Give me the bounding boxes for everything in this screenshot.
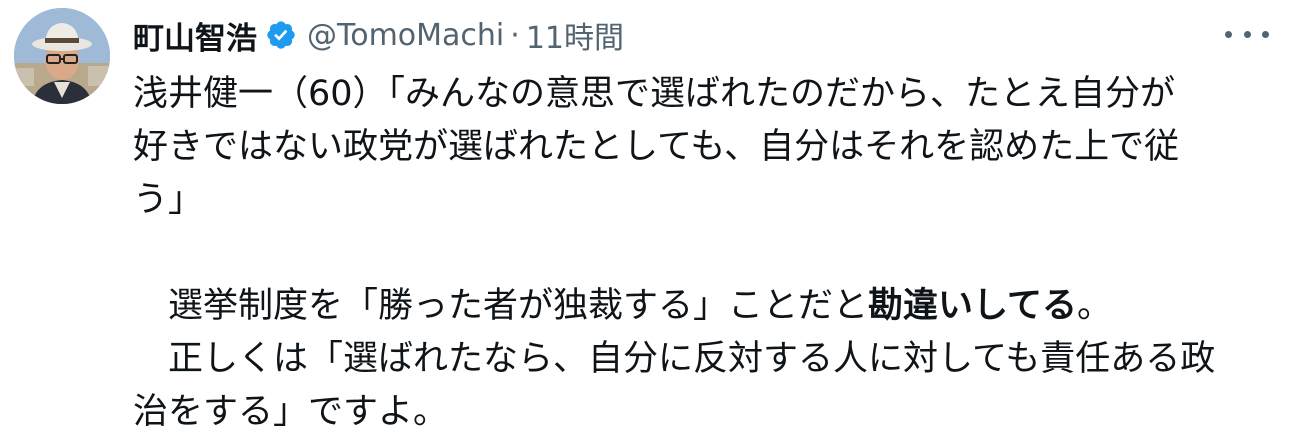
avatar[interactable] xyxy=(14,8,110,104)
tweet-text-segment: 選挙制度を「勝った者が独裁する」ことだと xyxy=(168,286,869,326)
tweet-text-bold: 勘違いしてる xyxy=(868,286,1077,326)
timestamp[interactable]: 11時間 xyxy=(526,13,624,57)
tweet-text-line: 好きではない政党が選ばれたとしても、自分はそれを認めた上で従 xyxy=(133,127,1180,167)
tweet[interactable]: 町山智浩 @TomoMachi · 11時間 浅井健一（60）「みんなの意思で選… xyxy=(0,0,1299,434)
tweet-text-line: う」 xyxy=(133,180,204,220)
more-dots-icon[interactable] xyxy=(1225,16,1269,52)
tweet-text: 浅井健一（60）「みんなの意思で選ばれたのだから、たとえ自分が 好きではない政党… xyxy=(133,68,1263,439)
display-name[interactable]: 町山智浩 xyxy=(133,13,257,58)
tweet-text-line: 治をする」ですよ。 xyxy=(133,392,449,432)
tweet-text-line: 浅井健一（60）「みんなの意思で選ばれたのだから、たとえ自分が xyxy=(133,74,1176,114)
separator-dot: · xyxy=(510,17,520,53)
verified-badge-icon xyxy=(265,19,297,51)
tweet-text-line: 正しくは「選ばれたなら、自分に反対する人に対しても責任ある政 xyxy=(168,339,1216,379)
tweet-text-segment: 。 xyxy=(1076,286,1112,326)
user-handle[interactable]: @TomoMachi xyxy=(307,18,504,53)
tweet-text-line: 選挙制度を「勝った者が独裁する」ことだと勘違いしてる。 xyxy=(133,280,1263,333)
tweet-header: 町山智浩 @TomoMachi · 11時間 xyxy=(133,12,624,58)
